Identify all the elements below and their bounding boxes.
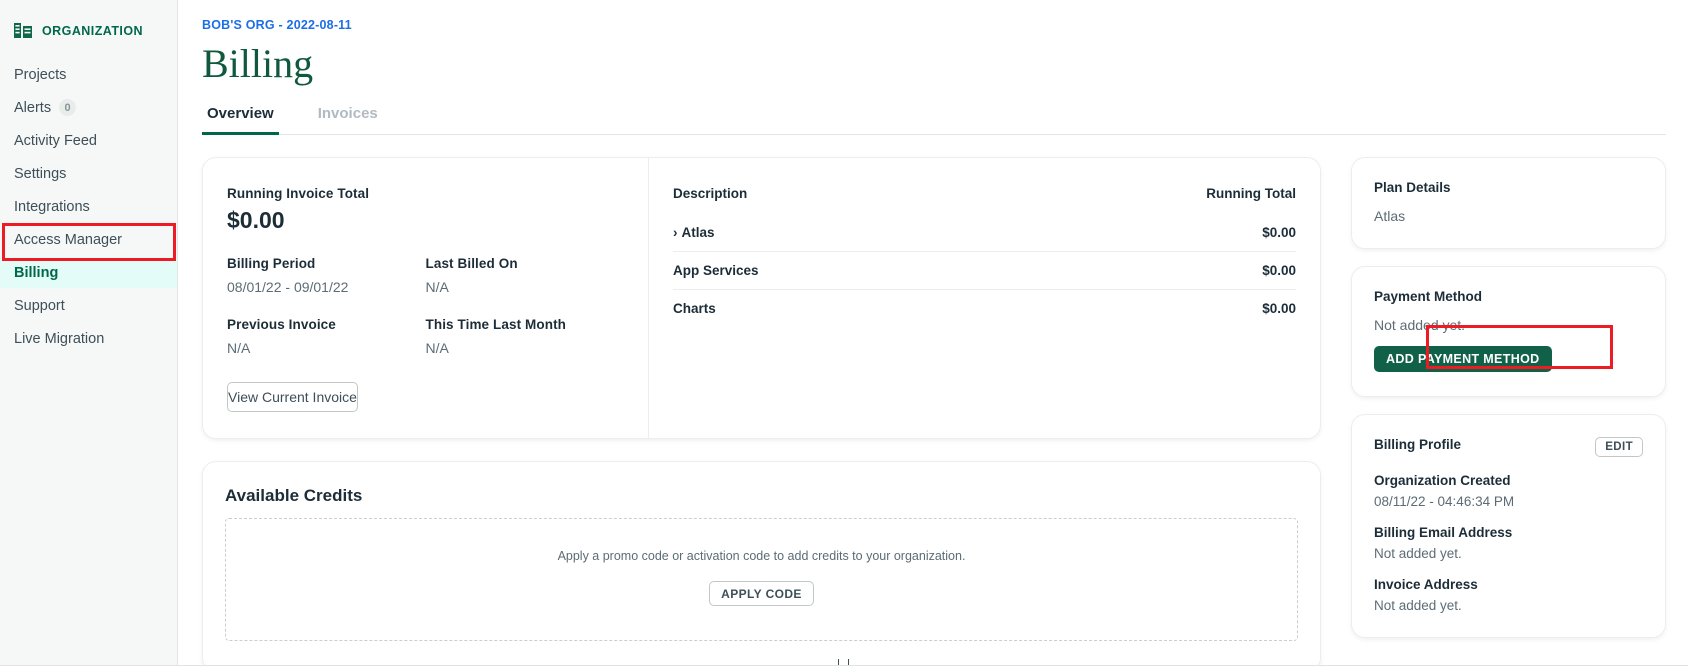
sidebar-item-alerts[interactable]: Alerts 0: [0, 92, 177, 123]
billing-email-label: Billing Email Address: [1374, 525, 1643, 540]
sidebar-item-label: Live Migration: [14, 331, 104, 347]
tab-invoices[interactable]: Invoices: [313, 105, 383, 135]
invoice-address-label: Invoice Address: [1374, 577, 1643, 592]
billing-left-column: Running Invoice Total $0.00 Billing Peri…: [202, 157, 1321, 666]
col-description: Description: [673, 186, 977, 214]
alerts-count-badge: 0: [59, 99, 76, 116]
previous-invoice-field: Previous Invoice N/A: [227, 317, 426, 356]
row-description[interactable]: › Atlas: [673, 214, 977, 252]
sidebar-item-label: Settings: [14, 166, 66, 182]
charges-table: Description Running Total › Atlas $0.00: [673, 186, 1296, 327]
table-header-row: Description Running Total: [673, 186, 1296, 214]
row-label: App Services: [673, 263, 759, 278]
plan-details-title: Plan Details: [1374, 180, 1643, 195]
this-time-last-month-field: This Time Last Month N/A: [426, 317, 625, 356]
apply-code-button[interactable]: APPLY CODE: [709, 581, 814, 606]
sidebar-item-label: Alerts: [14, 100, 51, 116]
tab-overview[interactable]: Overview: [202, 105, 279, 135]
last-billed-field: Last Billed On N/A: [426, 256, 625, 295]
this-time-last-month-label: This Time Last Month: [426, 317, 625, 332]
chevron-right-icon[interactable]: ›: [673, 225, 678, 240]
organization-created-value: 08/11/22 - 04:46:34 PM: [1374, 494, 1643, 509]
sidebar-item-label: Projects: [14, 67, 66, 83]
billing-profile-card: Billing Profile EDIT Organization Create…: [1351, 414, 1666, 638]
page-header: BOB'S ORG - 2022-08-11 Billing Overview …: [178, 0, 1688, 135]
billing-body: Running Invoice Total $0.00 Billing Peri…: [178, 135, 1688, 666]
credits-empty-state: Apply a promo code or activation code to…: [225, 518, 1298, 641]
sidebar-item-settings[interactable]: Settings: [0, 158, 177, 189]
running-invoice-total-value: $0.00: [227, 207, 624, 234]
org-label: ORGANIZATION: [42, 24, 143, 38]
plan-details-card: Plan Details Atlas: [1351, 157, 1666, 249]
sidebar-item-label: Billing: [14, 265, 58, 281]
invoice-summary: Running Invoice Total $0.00 Billing Peri…: [203, 158, 648, 438]
previous-invoice-label: Previous Invoice: [227, 317, 426, 332]
row-running-total: $0.00: [977, 290, 1296, 328]
billing-right-column: Plan Details Atlas Payment Method Not ad…: [1351, 157, 1666, 638]
invoice-address-value: Not added yet.: [1374, 598, 1643, 613]
page-title: Billing: [202, 42, 1666, 86]
running-invoice-total-label: Running Invoice Total: [227, 186, 624, 201]
edit-billing-profile-button[interactable]: EDIT: [1595, 437, 1643, 457]
row-label: Charts: [673, 301, 716, 316]
credits-empty-note: Apply a promo code or activation code to…: [236, 549, 1287, 563]
row-description: App Services: [673, 252, 977, 290]
sidebar-item-integrations[interactable]: Integrations: [0, 191, 177, 222]
table-row[interactable]: › Atlas $0.00: [673, 214, 1296, 252]
running-invoice-card: Running Invoice Total $0.00 Billing Peri…: [202, 157, 1321, 439]
sidebar-item-projects[interactable]: Projects: [0, 59, 177, 90]
billing-profile-title: Billing Profile: [1374, 437, 1461, 452]
sidebar-item-live-migration[interactable]: Live Migration: [0, 323, 177, 354]
payment-method-card: Payment Method Not added yet. ADD PAYMEN…: [1351, 266, 1666, 397]
sidebar-item-activity-feed[interactable]: Activity Feed: [0, 125, 177, 156]
view-current-invoice-button[interactable]: View Current Invoice: [227, 382, 358, 412]
plan-details-value: Atlas: [1374, 208, 1643, 224]
row-description: Charts: [673, 290, 977, 328]
building-icon: [14, 22, 33, 39]
this-time-last-month-value: N/A: [426, 340, 625, 356]
breadcrumb[interactable]: BOB'S ORG - 2022-08-11: [202, 18, 1666, 32]
sidebar-item-billing[interactable]: Billing: [0, 257, 177, 288]
billing-period-value: 08/01/22 - 09/01/22: [227, 279, 426, 295]
last-billed-value: N/A: [426, 279, 625, 295]
sidebar-item-label: Support: [14, 298, 65, 314]
available-credits-title: Available Credits: [225, 486, 1298, 506]
billing-email-value: Not added yet.: [1374, 546, 1643, 561]
billing-tabs: Overview Invoices: [202, 105, 1666, 135]
previous-invoice-row: Previous Invoice N/A This Time Last Mont…: [227, 317, 624, 356]
previous-invoice-value: N/A: [227, 340, 426, 356]
sidebar-item-label: Integrations: [14, 199, 90, 215]
available-credits-card: Available Credits Apply a promo code or …: [202, 461, 1321, 666]
sidebar-item-label: Access Manager: [14, 232, 122, 248]
charges-table-wrap: Description Running Total › Atlas $0.00: [648, 158, 1320, 438]
add-payment-method-button[interactable]: ADD PAYMENT METHOD: [1374, 346, 1552, 372]
payment-method-value: Not added yet.: [1374, 317, 1643, 333]
organization-created-label: Organization Created: [1374, 473, 1643, 488]
billing-period-row: Billing Period 08/01/22 - 09/01/22 Last …: [227, 256, 624, 295]
col-running-total: Running Total: [977, 186, 1296, 214]
billing-page: ORGANIZATION Projects Alerts 0 Activity …: [0, 0, 1688, 666]
sidebar-item-support[interactable]: Support: [0, 290, 177, 321]
main-content: BOB'S ORG - 2022-08-11 Billing Overview …: [178, 0, 1688, 666]
table-row[interactable]: Charts $0.00: [673, 290, 1296, 328]
sidebar-item-label: Activity Feed: [14, 133, 97, 149]
row-running-total: $0.00: [977, 214, 1296, 252]
billing-period-label: Billing Period: [227, 256, 426, 271]
row-running-total: $0.00: [977, 252, 1296, 290]
org-sidebar: ORGANIZATION Projects Alerts 0 Activity …: [0, 0, 178, 666]
table-row[interactable]: App Services $0.00: [673, 252, 1296, 290]
last-billed-label: Last Billed On: [426, 256, 625, 271]
sidebar-item-access-manager[interactable]: Access Manager: [0, 224, 177, 255]
billing-period-field: Billing Period 08/01/22 - 09/01/22: [227, 256, 426, 295]
payment-method-title: Payment Method: [1374, 289, 1643, 304]
row-label: Atlas: [682, 225, 715, 240]
org-header: ORGANIZATION: [0, 22, 177, 39]
billing-profile-header: Billing Profile EDIT: [1374, 437, 1643, 457]
